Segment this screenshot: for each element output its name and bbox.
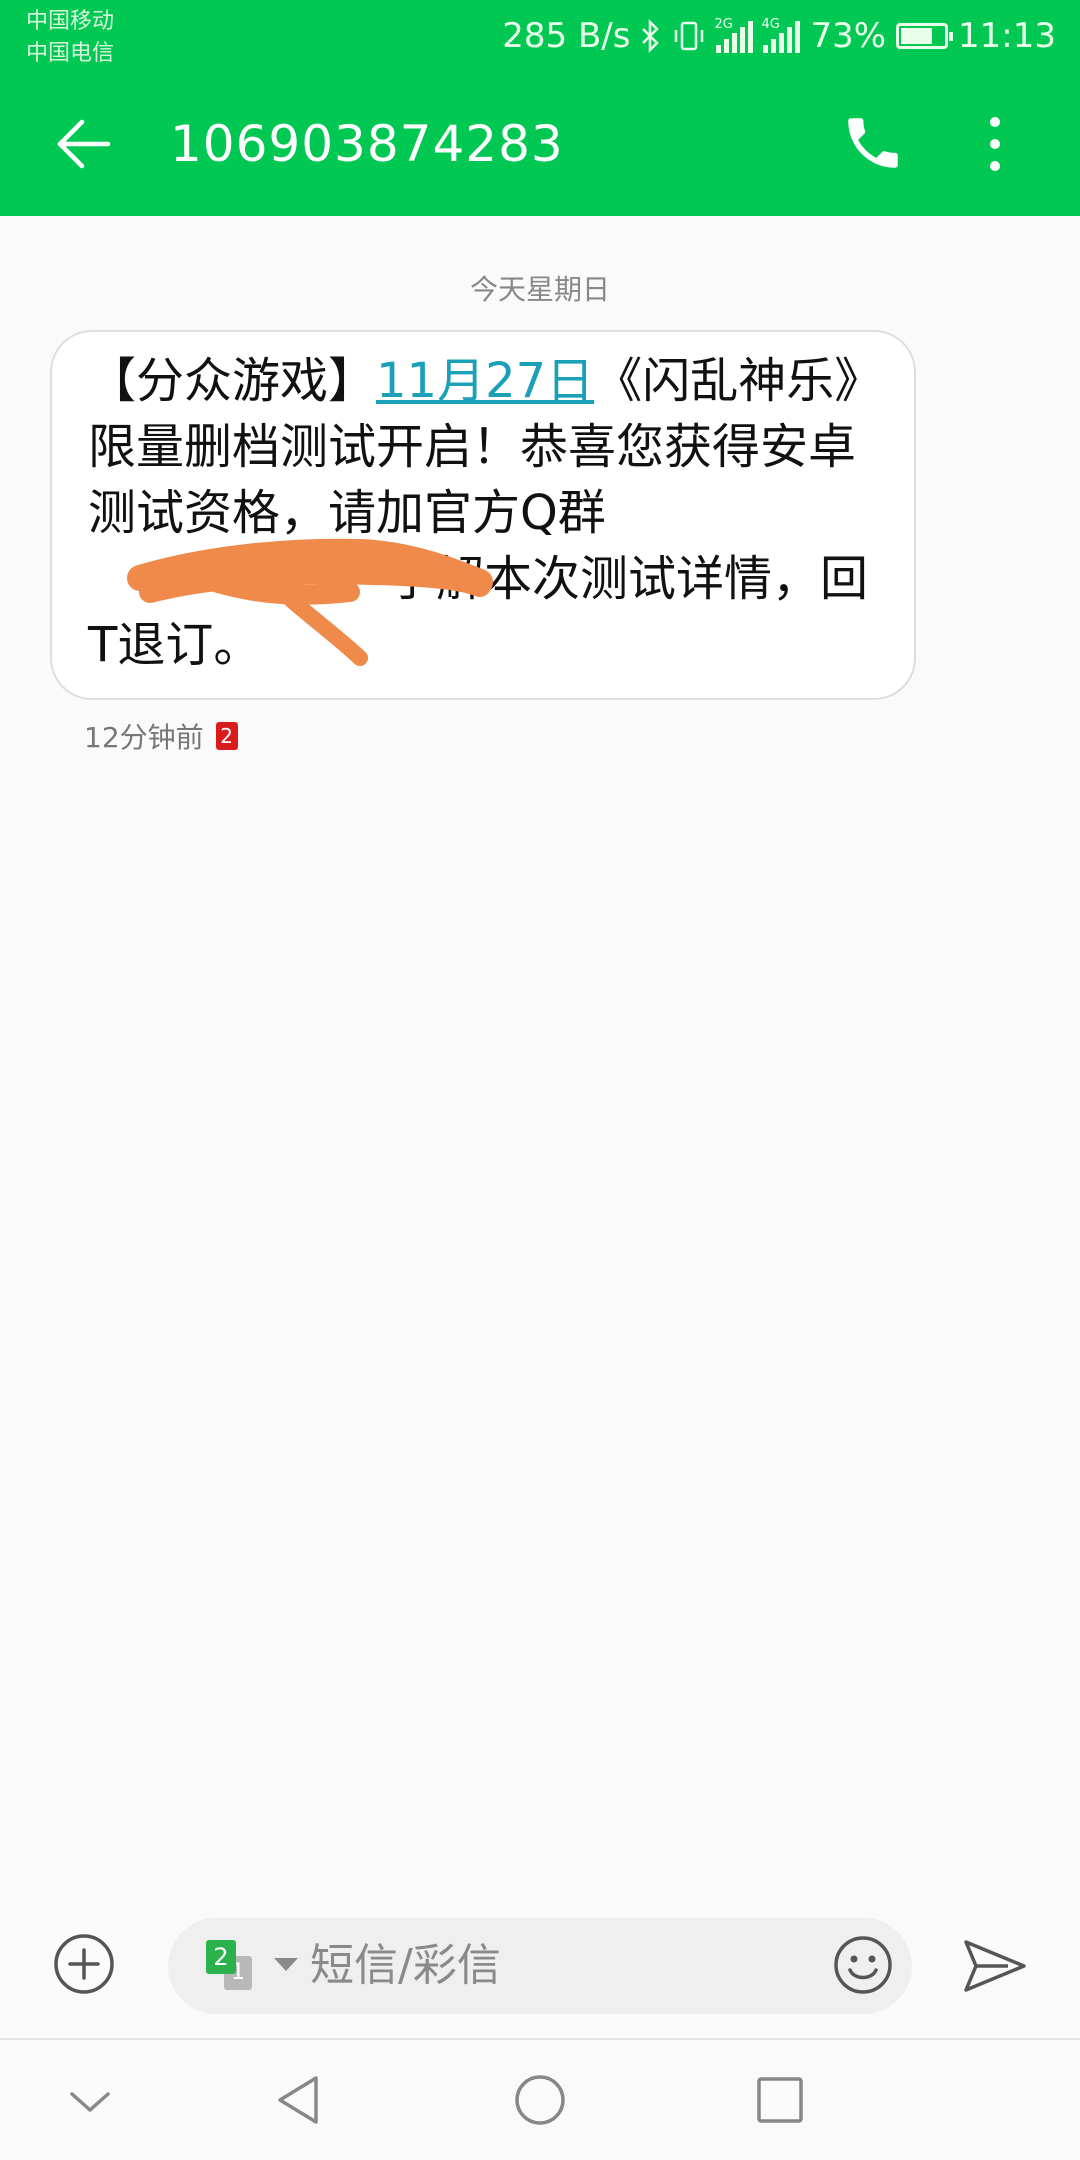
battery-percent: 73%: [810, 16, 887, 56]
carrier-labels: 中国移动 中国电信: [26, 6, 114, 70]
sim-switch-icon[interactable]: 1 2: [206, 1940, 258, 1992]
bluetooth-icon: [642, 19, 660, 53]
conversation-header: 106903874283: [0, 72, 1080, 216]
phone-icon[interactable]: [840, 110, 906, 176]
sim2-network-label: 4G: [761, 17, 780, 32]
sim1-network-label: 2G: [714, 17, 733, 32]
clock: 11:13: [958, 16, 1056, 56]
vibrate-icon: [675, 21, 704, 51]
nav-back-icon[interactable]: [270, 2070, 330, 2130]
status-indicators: 285 B/s 2G 4G 73% 11:13: [502, 0, 1056, 72]
message-prefix: 【分众游戏】: [88, 353, 377, 409]
message-time: 12分钟前: [84, 721, 204, 754]
message-bubble[interactable]: 【分众游戏】11月27日《闪乱神乐》限量删档测试开启！恭喜您获得安卓测试资格，请…: [50, 330, 916, 700]
sim-badge: 2: [215, 722, 238, 750]
message-composer: 1 2 短信/彩信: [0, 1900, 1080, 2038]
battery-fill: [901, 28, 933, 44]
signal-icon-sim2: 4G: [761, 17, 801, 53]
back-arrow-icon[interactable]: [56, 116, 112, 172]
nav-recents-icon[interactable]: [750, 2070, 810, 2130]
sim-front-label: 2: [206, 1940, 236, 1974]
message-end: 了解本次测试详情，回T退订。: [88, 551, 869, 673]
status-bar: 中国移动 中国电信 285 B/s 2G 4G 73% 11:13: [0, 0, 1080, 72]
date-separator: 今天星期日: [469, 273, 610, 306]
carrier-1: 中国移动: [26, 9, 115, 34]
dropdown-caret-icon[interactable]: [274, 1958, 298, 1971]
battery-icon: [896, 23, 954, 49]
contact-number: 106903874283: [170, 115, 564, 173]
message-input[interactable]: 1 2 短信/彩信: [168, 1918, 912, 2014]
network-speed: 285 B/s: [502, 16, 631, 56]
message-placeholder: 短信/彩信: [310, 1940, 501, 1991]
message-meta: 12分钟前 2: [84, 716, 238, 756]
emoji-icon[interactable]: [832, 1934, 894, 1996]
add-circle-icon[interactable]: [52, 1932, 116, 1996]
send-icon[interactable]: [962, 1938, 1028, 1994]
nav-home-icon[interactable]: [510, 2070, 570, 2130]
message-text: 【分众游戏】11月27日《闪乱神乐》限量删档测试开启！恭喜您获得安卓测试资格，请…: [88, 348, 878, 678]
more-vert-icon[interactable]: [980, 112, 1010, 176]
date-link[interactable]: 11月27日: [376, 353, 594, 409]
carrier-2: 中国电信: [26, 41, 115, 66]
signal-icon: 2G: [714, 17, 754, 53]
collapse-chevron-icon[interactable]: [60, 2070, 120, 2130]
system-nav-bar: [0, 2040, 1080, 2160]
